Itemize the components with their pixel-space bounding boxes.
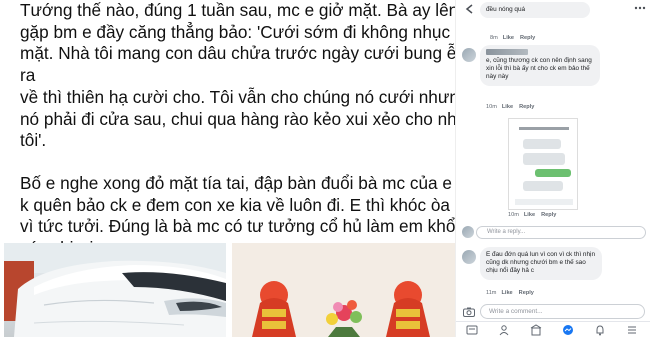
comment-text: E đau đớn quá lun vì con vì ck thì nhịn … (486, 251, 595, 275)
comment-time: 10m (486, 104, 497, 110)
camera-icon[interactable] (463, 307, 475, 317)
comment-time: 11m (486, 290, 497, 296)
avatar[interactable] (462, 250, 476, 264)
chat-screenshot-image (515, 127, 573, 205)
white-car-image (4, 243, 226, 337)
reply-button[interactable]: Reply (519, 104, 534, 110)
comment-placeholder: Write a comment... (489, 308, 543, 315)
post-line: vì tức tưởi. Đúng là bà mc có tư tưởng c… (20, 216, 455, 237)
post-line: gặp bm e đầy căng thẳng bảo: 'Cưới sớm đ… (20, 21, 451, 42)
reply-button[interactable]: Reply (519, 290, 534, 296)
reply-button[interactable]: Reply (520, 35, 535, 41)
comment-composer: Write a comment... (456, 302, 650, 320)
post-photos (0, 243, 455, 337)
blurred-commenter-name (486, 49, 528, 55)
bottom-navbar (456, 321, 650, 337)
like-button[interactable]: Like (524, 212, 535, 218)
post-body: Tướng thế nào, đúng 1 tuần sau, mc e giở… (20, 0, 455, 260)
phone-comments-screenshot: đều nóng quá 8m Like Reply e, cũng thương … (455, 0, 650, 337)
attached-chat-screenshot[interactable] (508, 118, 578, 210)
comment-meta: 11m Like Reply (486, 290, 534, 296)
reply-input[interactable]: Write a reply... (476, 226, 646, 239)
like-button[interactable]: Like (502, 104, 513, 110)
post-line: mặt. Nhà tôi mang con dâu chửa trước ngà… (20, 43, 455, 64)
comment-time: 8m (490, 35, 498, 41)
comment-time: 10m (508, 212, 519, 218)
marketplace-icon[interactable] (530, 324, 542, 336)
reply-placeholder: Write a reply... (487, 229, 526, 235)
avatar[interactable] (462, 48, 476, 62)
more-options-icon[interactable] (634, 5, 646, 11)
post-line: k quên bảo ck e đem con xe kia về luôn đ… (20, 194, 455, 215)
comment-meta: 10m Like Reply (486, 104, 534, 110)
news-feed-icon[interactable] (466, 324, 478, 336)
comment-meta: 8m Like Reply (490, 35, 535, 41)
post-line: Bố e nghe xong đỏ mặt tía tai, đập bàn đ… (20, 172, 455, 193)
post-line: Tướng thế nào, đúng 1 tuần sau, mc e giở… (20, 0, 455, 20)
post-line: nó phải đi cửa sau, chui qua hàng rào kẻ… (20, 108, 455, 129)
like-button[interactable]: Like (503, 35, 514, 41)
facebook-post: Tướng thế nào, đúng 1 tuần sau, mc e giở… (0, 0, 455, 337)
post-line: ra (20, 65, 36, 86)
post-line: tôi'. (20, 130, 47, 151)
menu-icon[interactable] (626, 324, 638, 336)
notifications-icon[interactable] (594, 324, 606, 336)
back-chevron-icon[interactable] (464, 3, 476, 15)
reply-button[interactable]: Reply (541, 212, 556, 218)
comment-bubble: e, cũng thương ck con nên định sang xin … (480, 45, 600, 86)
comment-bubble: E đau đớn quá lun vì con vì ck thì nhịn … (480, 247, 602, 280)
comment-meta: 10m Like Reply (508, 212, 556, 218)
comment-bubble: đều nóng quá (480, 2, 590, 19)
comment-text: e, cũng thương ck con nên định sang xin … (486, 57, 592, 81)
wedding-trays-photo[interactable] (232, 243, 455, 337)
car-photo[interactable] (4, 243, 226, 337)
friends-icon[interactable] (498, 324, 510, 336)
comment-text: đều nóng quá (486, 6, 526, 13)
messenger-icon[interactable] (562, 324, 574, 336)
wedding-trays-image (232, 243, 455, 337)
post-line: về thì thiên hạ cười cho. Tôi vẫn cho ch… (20, 86, 455, 107)
avatar (462, 226, 474, 238)
like-button[interactable]: Like (501, 290, 512, 296)
comment-input[interactable]: Write a comment... (480, 304, 645, 319)
